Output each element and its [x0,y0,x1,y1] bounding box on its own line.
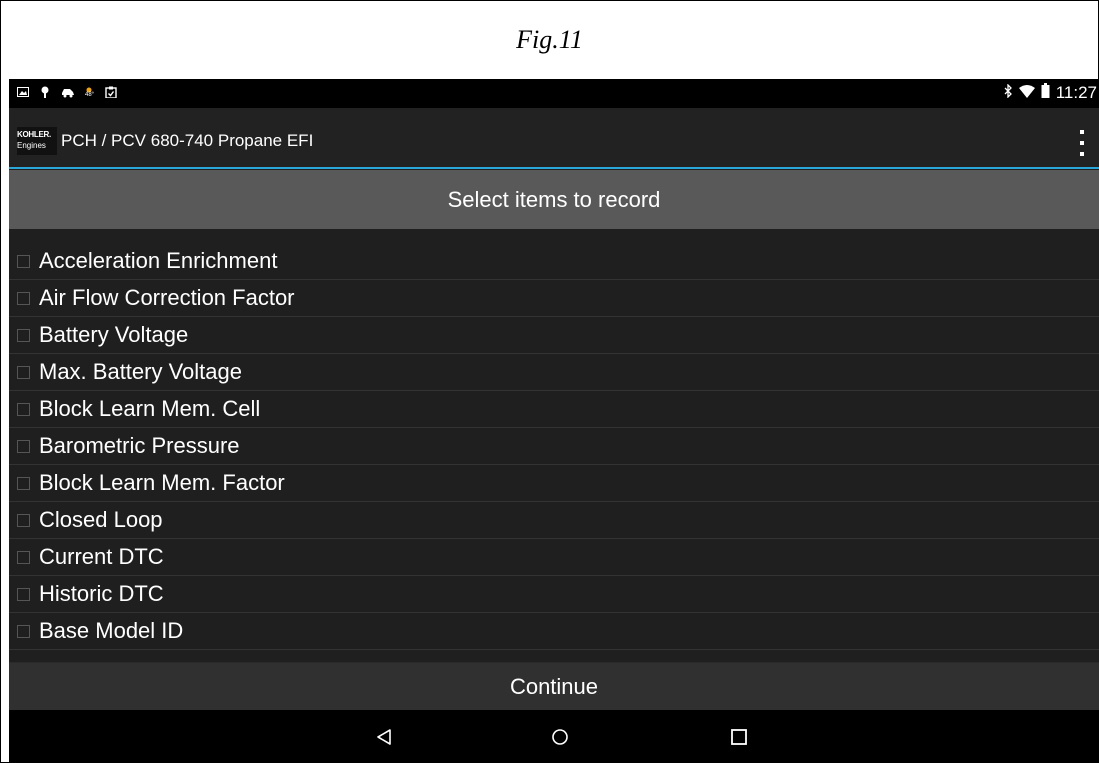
weather-temp: 48° [85,92,95,98]
figure-caption: Fig.11 [516,25,583,54]
item-label: Air Flow Correction Factor [39,285,295,310]
back-icon[interactable] [354,710,414,763]
checkbox[interactable] [17,291,30,305]
list-item[interactable]: Base Model ID [9,613,1099,650]
item-label: Current DTC [39,544,164,569]
app-title: PCH / PCV 680-740 Propane EFI [61,131,314,150]
item-label: Base Model ID [39,618,184,643]
list-item[interactable]: Air Flow Correction Factor [9,280,1099,317]
clock-time: 11:27 [1055,83,1097,102]
checkbox[interactable] [17,402,30,416]
kohler-logo: KOHLER. Engines [17,127,57,155]
tablet-screen: 48° 11:27 KOHLER. Engines PCH / PCV 680-… [9,79,1099,763]
list-header: Select items to record [9,170,1099,229]
recents-icon[interactable] [709,710,769,763]
item-label: Acceleration Enrichment [39,248,278,273]
checkbox[interactable] [17,439,30,453]
item-label: Historic DTC [39,581,164,606]
checkbox[interactable] [17,254,30,268]
pin-icon [39,85,51,98]
navigation-bar [9,710,1099,763]
weather-icon: 48° [83,85,95,98]
item-label: Battery Voltage [39,322,189,347]
bluetooth-icon [1003,83,1013,103]
item-label: Block Learn Mem. Factor [39,470,285,495]
list-item[interactable]: Closed Loop [9,502,1099,539]
picture-icon [17,85,29,97]
wifi-icon [1018,83,1035,103]
status-bar: 48° 11:27 [9,79,1099,108]
item-label: Max. Battery Voltage [39,359,242,384]
home-icon[interactable] [530,710,590,763]
figure-frame: Fig.11 48° 11:27 KOHLER. Engines PCH / P… [0,0,1099,763]
car-icon [61,85,74,98]
list-item[interactable]: Block Learn Mem. Cell [9,391,1099,428]
checkbox[interactable] [17,328,30,342]
app-bar: KOHLER. Engines PCH / PCV 680-740 Propan… [9,108,1099,169]
item-label: Barometric Pressure [39,433,240,458]
logo-line-1: KOHLER. [17,130,51,139]
item-label: Closed Loop [39,507,163,532]
record-items-list: Acceleration Enrichment Air Flow Correct… [9,243,1099,650]
checkbox[interactable] [17,476,30,490]
list-item[interactable]: Block Learn Mem. Factor [9,465,1099,502]
list-item[interactable]: Historic DTC [9,576,1099,613]
list-item[interactable]: Acceleration Enrichment [9,243,1099,280]
item-label: Block Learn Mem. Cell [39,396,261,421]
checkbox[interactable] [17,550,30,564]
clipboard-icon [105,85,117,99]
list-item[interactable]: Barometric Pressure [9,428,1099,465]
checkbox[interactable] [17,624,30,638]
battery-icon [1041,83,1050,103]
continue-button[interactable]: Continue [9,662,1099,711]
overflow-menu-icon[interactable] [1075,130,1089,156]
list-item[interactable]: Battery Voltage [9,317,1099,354]
list-item[interactable]: Current DTC [9,539,1099,576]
list-item[interactable]: Max. Battery Voltage [9,354,1099,391]
logo-line-2: Engines [17,141,46,150]
checkbox[interactable] [17,513,30,527]
checkbox[interactable] [17,587,30,601]
checkbox[interactable] [17,365,30,379]
